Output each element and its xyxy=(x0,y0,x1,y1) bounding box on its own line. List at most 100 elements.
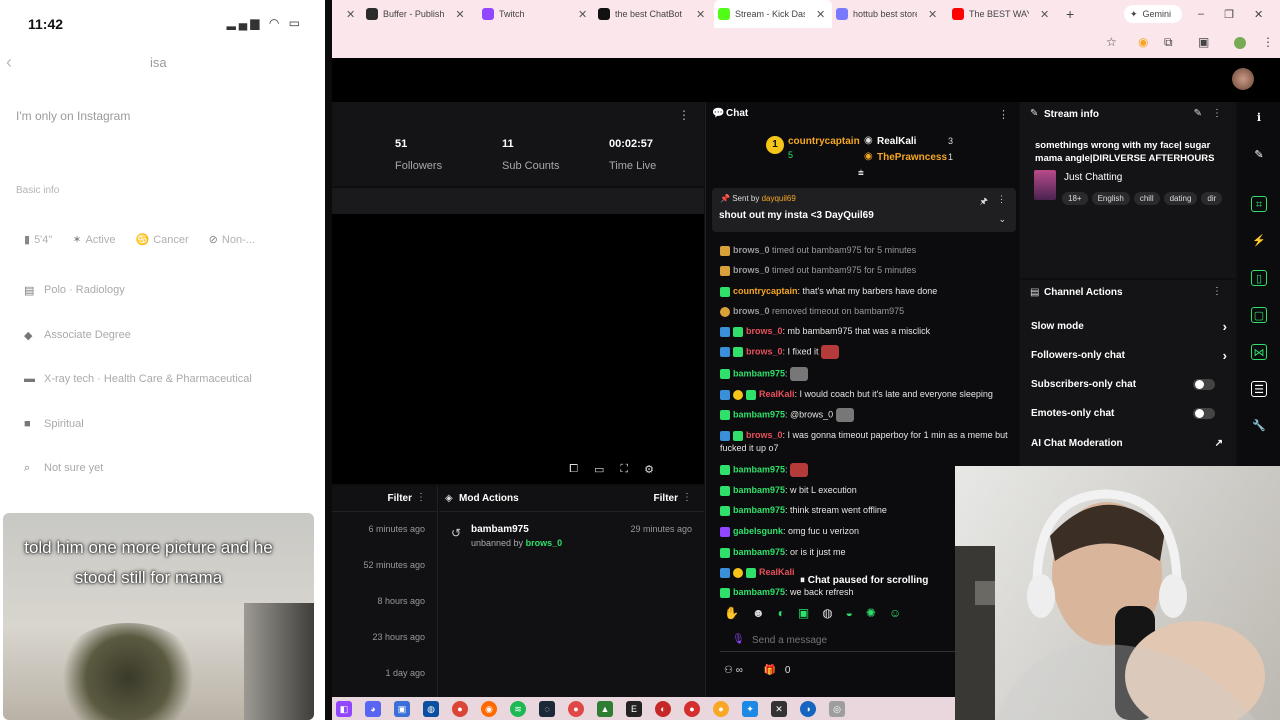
tag[interactable]: English xyxy=(1091,192,1130,205)
close-icon[interactable]: ✕ xyxy=(578,8,587,21)
tag[interactable]: dating xyxy=(1163,192,1198,205)
app-icon[interactable]: ◎ xyxy=(829,700,845,717)
emote-icon[interactable]: ✺ xyxy=(866,606,876,620)
restore-icon[interactable]: ❐ xyxy=(1224,8,1234,21)
chrome-app-icon[interactable]: ● xyxy=(452,700,468,717)
crop-icon[interactable]: ⌗ xyxy=(1251,196,1267,212)
slow-mode-row[interactable]: Slow mode › xyxy=(1031,319,1227,334)
code-icon[interactable]: ⋈ xyxy=(1251,344,1267,360)
send-message-input[interactable] xyxy=(752,632,942,648)
more-options-icon[interactable]: ⋮ xyxy=(1212,286,1222,297)
back-arrow-icon[interactable]: ‹ xyxy=(6,52,12,73)
filter-icon[interactable]: ⩧ xyxy=(858,168,864,179)
chrome-app-icon[interactable]: ● xyxy=(568,700,584,717)
close-window-icon[interactable]: ✕ xyxy=(1254,8,1263,21)
edit-icon[interactable]: ✎ xyxy=(1194,108,1202,119)
chrome-app-icon[interactable]: ● xyxy=(684,700,700,717)
subscribers-only-toggle[interactable] xyxy=(1193,379,1215,390)
user-avatar[interactable] xyxy=(1232,68,1254,90)
emote-icon[interactable]: ☻ xyxy=(752,606,765,620)
new-tab-button[interactable]: + xyxy=(1066,0,1080,28)
settings-gear-icon[interactable]: ⚙ xyxy=(644,463,654,476)
pin-icon[interactable]: 🖈 xyxy=(980,194,988,210)
activity-filter-button[interactable]: Filter xyxy=(388,493,412,504)
theatre-icon[interactable]: ▭ xyxy=(594,463,604,476)
ai-moderation-row[interactable]: AI Chat Moderation ↗ xyxy=(1031,438,1227,449)
app-icon[interactable]: ▣ xyxy=(394,700,410,717)
tab-youtube[interactable]: The BEST WAY to✕ xyxy=(952,0,1062,28)
close-icon[interactable]: ✕ xyxy=(1040,8,1049,21)
top-user-2[interactable]: RealKali xyxy=(877,136,916,147)
chevron-down-icon[interactable]: ⌄ xyxy=(998,214,1006,225)
close-icon[interactable]: ✕ xyxy=(928,8,937,21)
chevron-right-icon[interactable]: › xyxy=(1223,319,1227,334)
app-icon[interactable]: ◑ xyxy=(800,700,816,717)
twitch-app-icon[interactable]: ◧ xyxy=(336,700,352,717)
microphone-icon[interactable]: 🎙 xyxy=(732,634,745,645)
tag[interactable]: dir xyxy=(1201,192,1222,205)
obs-app-icon[interactable]: ◍ xyxy=(423,700,439,717)
bookmark-star-icon[interactable]: ☆ xyxy=(1106,35,1117,49)
emote-icon[interactable]: ◐ xyxy=(778,606,785,620)
mod-filter-button[interactable]: Filter xyxy=(654,493,678,504)
emotes-only-toggle[interactable] xyxy=(1193,408,1215,419)
browser-app-icon[interactable]: ◉ xyxy=(481,700,497,717)
steam-app-icon[interactable]: ◌ xyxy=(539,700,555,717)
tag[interactable]: 18+ xyxy=(1062,192,1088,205)
emote-icon[interactable]: ◒ xyxy=(846,606,853,620)
pencil-icon[interactable]: ✎ xyxy=(1251,147,1267,163)
document-icon[interactable]: ▯ xyxy=(1251,270,1267,286)
popout-icon[interactable]: ⧠ xyxy=(569,463,578,476)
tab-kick-dashboard[interactable]: Stream - Kick Dash ✕ xyxy=(714,0,832,28)
tag[interactable]: chill xyxy=(1133,192,1160,205)
spotify-app-icon[interactable]: ≋ xyxy=(510,700,526,717)
gemini-button[interactable]: ✦ Gemini xyxy=(1124,5,1182,23)
epic-app-icon[interactable]: E xyxy=(626,700,642,717)
more-options-icon[interactable]: ⋮ xyxy=(682,492,692,503)
close-icon[interactable]: ✕ xyxy=(346,8,354,21)
top-user-1[interactable]: countrycaptain xyxy=(788,136,860,147)
more-options-icon[interactable]: ⋮ xyxy=(998,108,1009,121)
app-icon[interactable]: ▲ xyxy=(597,700,613,717)
more-options-icon[interactable]: ⋮ xyxy=(416,492,426,503)
tab-chatbot[interactable]: the best ChatBot a ✕ xyxy=(598,0,714,28)
category-name[interactable]: Just Chatting xyxy=(1064,172,1122,183)
followers-only-row[interactable]: Followers-only chat › xyxy=(1031,348,1227,363)
emote-icon[interactable]: ◍ xyxy=(822,606,832,620)
extensions-icon[interactable]: ⧉ xyxy=(1164,35,1173,50)
chrome-app-icon[interactable]: ● xyxy=(713,700,729,717)
layout-icon[interactable]: ☰ xyxy=(1251,381,1267,397)
discord-app-icon[interactable]: ◕ xyxy=(365,700,381,717)
emote-icon[interactable]: ▣ xyxy=(798,606,809,620)
mod-entry-user[interactable]: bambam975 xyxy=(471,524,529,535)
wrench-icon[interactable]: 🔧 xyxy=(1251,418,1267,434)
category-thumbnail[interactable] xyxy=(1034,170,1056,200)
gift-icon[interactable]: 🎁 xyxy=(764,665,776,676)
stream-preview[interactable]: ⧠ ▭ ⛶ ⚙ xyxy=(332,188,704,484)
close-icon[interactable]: ✕ xyxy=(816,8,825,21)
info-icon[interactable]: ℹ xyxy=(1251,110,1267,126)
emote-icon[interactable]: ✋ xyxy=(724,606,739,620)
close-icon[interactable]: ✕ xyxy=(455,8,464,21)
users-icon[interactable]: ⚇ ∞ xyxy=(724,665,743,676)
profile-video[interactable]: told him one more picture and he stood s… xyxy=(3,513,314,720)
more-options-icon[interactable]: ⋮ xyxy=(1212,108,1222,119)
tab-close-prev[interactable]: ✕ xyxy=(340,0,354,28)
lightning-icon[interactable]: ⚡ xyxy=(1251,233,1267,249)
tab-hottub[interactable]: hottub best store ✕ xyxy=(834,0,944,28)
profile-avatar-icon[interactable] xyxy=(1234,37,1246,49)
pinned-message[interactable]: 📌 Sent by dayquil69 shout out my insta <… xyxy=(712,188,1016,232)
close-icon[interactable]: ✕ xyxy=(696,8,705,21)
sidebar-icon[interactable]: ▣ xyxy=(1198,35,1209,49)
tab-buffer[interactable]: Buffer - Publish ✕ xyxy=(366,0,476,28)
tab-twitch[interactable]: Twitch ✕ xyxy=(482,0,592,28)
top-user-3[interactable]: ThePrawncess xyxy=(877,152,947,163)
app-icon[interactable]: ◐ xyxy=(655,700,671,717)
chevron-right-icon[interactable]: › xyxy=(1223,348,1227,363)
minimize-icon[interactable]: – xyxy=(1198,8,1204,20)
more-options-icon[interactable]: ⋮ xyxy=(997,194,1006,205)
app-icon[interactable]: ✦ xyxy=(742,700,758,717)
external-link-icon[interactable]: ↗ xyxy=(1215,438,1223,449)
fullscreen-icon[interactable]: ⛶ xyxy=(620,463,628,476)
pinned-user[interactable]: dayquil69 xyxy=(762,194,796,203)
